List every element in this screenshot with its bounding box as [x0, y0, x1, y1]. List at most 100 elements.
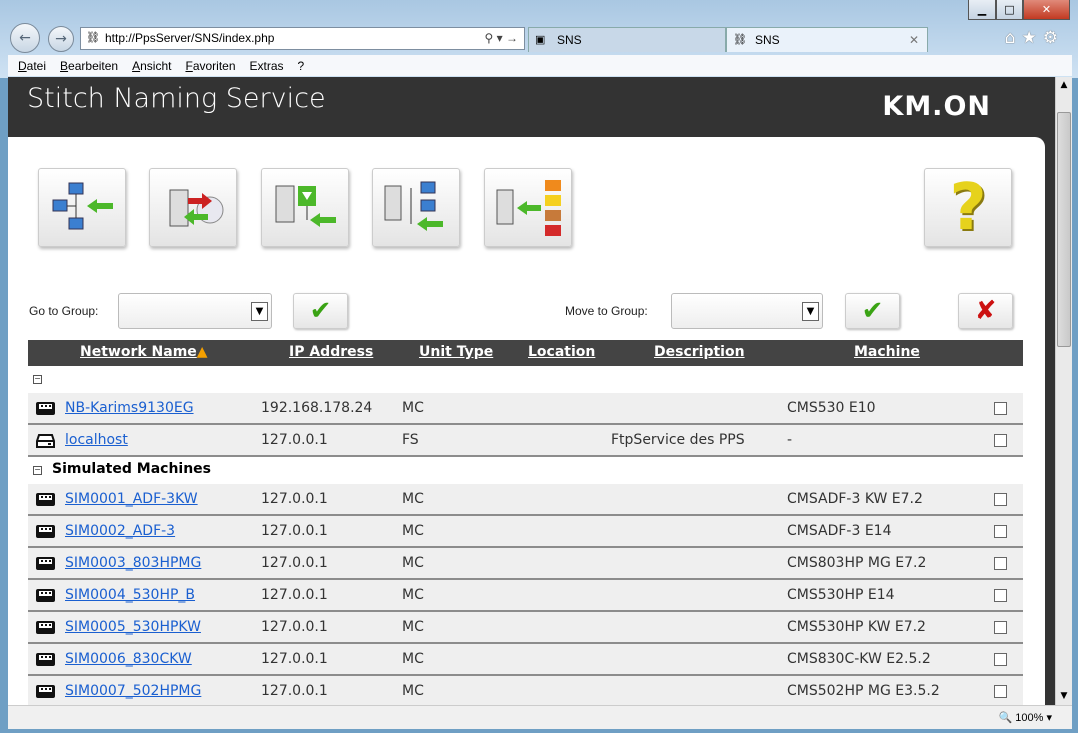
close-window-button[interactable]: ✕	[1023, 0, 1070, 20]
tab-sns-active[interactable]: ⛓ SNS ✕	[726, 27, 928, 52]
move-to-group-confirm-button[interactable]: ✔	[845, 293, 900, 329]
machine: CMS530HP E14	[787, 587, 895, 603]
search-icon[interactable]: ⚲ ▾ →	[485, 28, 518, 49]
ip-address: 127.0.0.1	[261, 587, 328, 603]
import-button[interactable]	[261, 168, 349, 247]
menu-bearbeiten[interactable]: Bearbeiten	[60, 59, 118, 73]
ip-address: 127.0.0.1	[261, 523, 328, 539]
machine: CMS530 E10	[787, 400, 876, 416]
network-name-link[interactable]: SIM0007_502HPMG	[65, 683, 201, 699]
table-row: NB-Karims9130EG 192.168.178.24 MC CMS530…	[28, 393, 1023, 425]
col-description[interactable]: Description	[654, 344, 745, 360]
description: FtpService des PPS	[611, 432, 745, 448]
maximize-button[interactable]: □	[996, 0, 1023, 20]
browser-tools: ⌂★⚙	[1005, 28, 1064, 48]
table-row: SIM0001_ADF-3KW 127.0.0.1 MC CMSADF-3 KW…	[28, 484, 1023, 516]
row-checkbox[interactable]	[994, 525, 1007, 538]
zoom-value: 100%	[1015, 712, 1044, 724]
ip-address: 127.0.0.1	[261, 555, 328, 571]
server-disc-icon	[169, 189, 224, 227]
network-name-link[interactable]: localhost	[65, 432, 128, 448]
group-row: − Simulated Machines	[28, 457, 1023, 484]
gear-icon[interactable]: ⚙	[1043, 28, 1064, 48]
zoom-level[interactable]: 🔍 100% ▾	[999, 711, 1052, 724]
row-checkbox[interactable]	[994, 685, 1007, 698]
col-ip-address[interactable]: IP Address	[289, 344, 373, 360]
network-add-icon	[52, 182, 113, 230]
scroll-up-arrow[interactable]: ▲	[1056, 77, 1072, 94]
col-network-name[interactable]: Network Name▲	[80, 344, 208, 360]
network-icon: ⛓	[733, 34, 747, 46]
collapse-icon[interactable]: −	[33, 466, 42, 475]
delete-button[interactable]: ✘	[958, 293, 1013, 329]
network-icon: ⛓	[86, 32, 100, 44]
machine-icon	[36, 401, 55, 420]
chevron-down-icon: ▼	[251, 302, 268, 321]
col-machine[interactable]: Machine	[854, 344, 920, 360]
unit-type: MC	[402, 523, 424, 539]
backup-restore-button[interactable]	[149, 168, 237, 247]
unit-type: MC	[402, 619, 424, 635]
network-name-link[interactable]: SIM0006_830CKW	[65, 651, 192, 667]
app-title: Stitch Naming Service	[27, 83, 326, 114]
row-checkbox[interactable]	[994, 557, 1007, 570]
favorites-star-icon[interactable]: ★	[1022, 28, 1043, 48]
address-bar[interactable]: ⛓ http://PpsServer/SNS/index.php ⚲ ▾ →	[80, 27, 525, 50]
unit-type: MC	[402, 587, 424, 603]
unit-type: FS	[402, 432, 419, 448]
go-to-group-select[interactable]: ▼	[118, 293, 272, 329]
network-name-link[interactable]: SIM0001_ADF-3KW	[65, 491, 198, 507]
menu-extras[interactable]: Extras	[250, 59, 284, 73]
scroll-down-arrow[interactable]: ▼	[1056, 688, 1072, 705]
menu-datei[interactable]: Datei	[18, 59, 46, 73]
row-checkbox[interactable]	[994, 621, 1007, 634]
vertical-scrollbar[interactable]: ▲ ▼	[1055, 77, 1072, 705]
network-name-link[interactable]: SIM0003_803HPMG	[65, 555, 201, 571]
move-to-group-select[interactable]: ▼	[671, 293, 823, 329]
row-checkbox[interactable]	[994, 402, 1007, 415]
network-tree-button[interactable]	[372, 168, 460, 247]
unit-type: MC	[402, 651, 424, 667]
network-name-link[interactable]: SIM0004_530HP_B	[65, 587, 195, 603]
forward-button[interactable]: →	[48, 26, 74, 52]
menu-ansicht[interactable]: Ansicht	[132, 59, 171, 73]
table-row: SIM0004_530HP_B 127.0.0.1 MC CMS530HP E1…	[28, 580, 1023, 612]
machine: CMS830C-KW E2.5.2	[787, 651, 931, 667]
chevron-down-icon: ▼	[802, 302, 819, 321]
menu-favoriten[interactable]: Favoriten	[185, 59, 235, 73]
scroll-thumb[interactable]	[1057, 112, 1071, 347]
network-name-link[interactable]: SIM0005_530HPKW	[65, 619, 201, 635]
row-checkbox[interactable]	[994, 493, 1007, 506]
ip-address: 127.0.0.1	[261, 432, 328, 448]
back-button[interactable]: ←	[10, 23, 40, 53]
tab-sns-pps[interactable]: ▣ SNS	[528, 27, 726, 52]
col-location[interactable]: Location	[528, 344, 595, 360]
network-name-link[interactable]: NB-Karims9130EG	[65, 400, 194, 416]
pd-assign-button[interactable]	[484, 168, 572, 247]
add-network-unit-button[interactable]	[38, 168, 126, 247]
row-checkbox[interactable]	[994, 589, 1007, 602]
menu-help[interactable]: ?	[298, 59, 305, 73]
table-row: SIM0007_502HPMG 127.0.0.1 MC CMS502HP MG…	[28, 676, 1023, 705]
machine-icon	[36, 556, 55, 575]
help-button[interactable]: ?	[924, 168, 1012, 247]
move-to-group-label: Move to Group:	[565, 304, 648, 318]
network-name-link[interactable]: SIM0002_ADF-3	[65, 523, 175, 539]
go-to-group-confirm-button[interactable]: ✔	[293, 293, 348, 329]
close-tab-icon[interactable]: ✕	[909, 28, 919, 53]
machine-icon	[36, 588, 55, 607]
col-unit-type[interactable]: Unit Type	[419, 344, 493, 360]
ip-address: 127.0.0.1	[261, 491, 328, 507]
row-checkbox[interactable]	[994, 653, 1007, 666]
group-name: Simulated Machines	[52, 461, 212, 477]
home-icon[interactable]: ⌂	[1005, 28, 1022, 48]
row-checkbox[interactable]	[994, 434, 1007, 447]
collapse-icon[interactable]: −	[33, 375, 42, 384]
table-row: SIM0005_530HPKW 127.0.0.1 MC CMS530HP KW…	[28, 612, 1023, 644]
unit-type: MC	[402, 683, 424, 699]
machine-icon	[36, 684, 55, 703]
minimize-button[interactable]: ▁	[968, 0, 996, 20]
pps-icon: ▣	[535, 34, 546, 46]
tab-label: SNS	[557, 33, 582, 47]
machine: CMSADF-3 KW E7.2	[787, 491, 923, 507]
